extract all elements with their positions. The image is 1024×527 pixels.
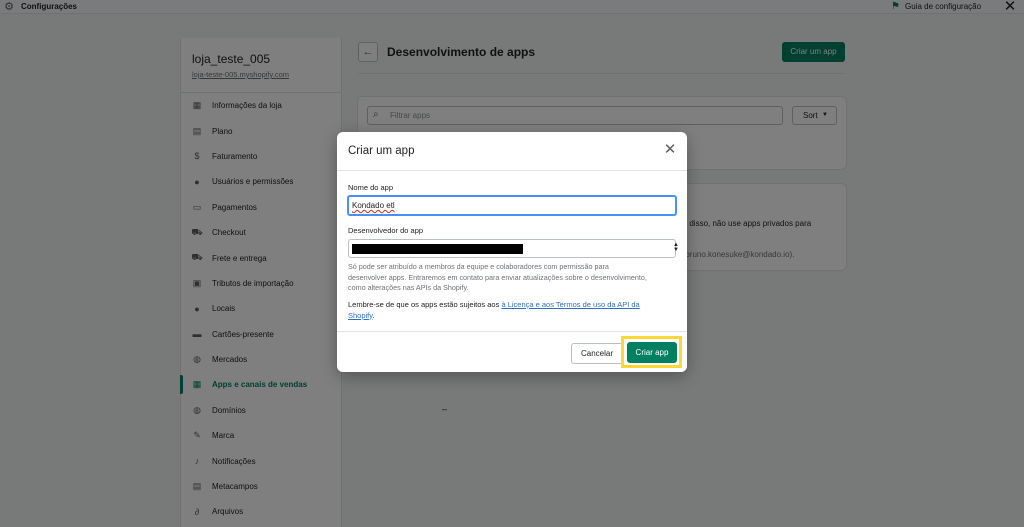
- developer-select[interactable]: ▲ ▼: [348, 239, 679, 258]
- cancel-button[interactable]: Cancelar: [571, 343, 623, 364]
- modal-footer-divider: [337, 331, 687, 332]
- developer-label: Desenvolvedor do app: [348, 226, 424, 235]
- select-arrows-icon: ▲ ▼: [673, 242, 679, 253]
- app-name-label: Nome do app: [348, 183, 394, 192]
- app-name-input[interactable]: Kondado etl: [347, 195, 677, 216]
- modal-header: Criar um app ✕: [337, 132, 687, 171]
- app-name-value: Kondado etl: [352, 201, 395, 210]
- terms-prefix: Lembre-se de que os apps estão sujeitos …: [348, 300, 502, 309]
- redacted-developer-value: [352, 244, 523, 254]
- modal-title: Criar um app: [348, 145, 415, 157]
- modal-close-icon[interactable]: ✕: [661, 141, 679, 159]
- terms-suffix: .: [372, 310, 375, 320]
- terms-text: Lembre-se de que os apps estão sujeitos …: [348, 300, 668, 321]
- developer-help-text: Só pode ser atribuído a membros da equip…: [348, 262, 647, 292]
- create-app-button[interactable]: Criar app: [627, 342, 677, 363]
